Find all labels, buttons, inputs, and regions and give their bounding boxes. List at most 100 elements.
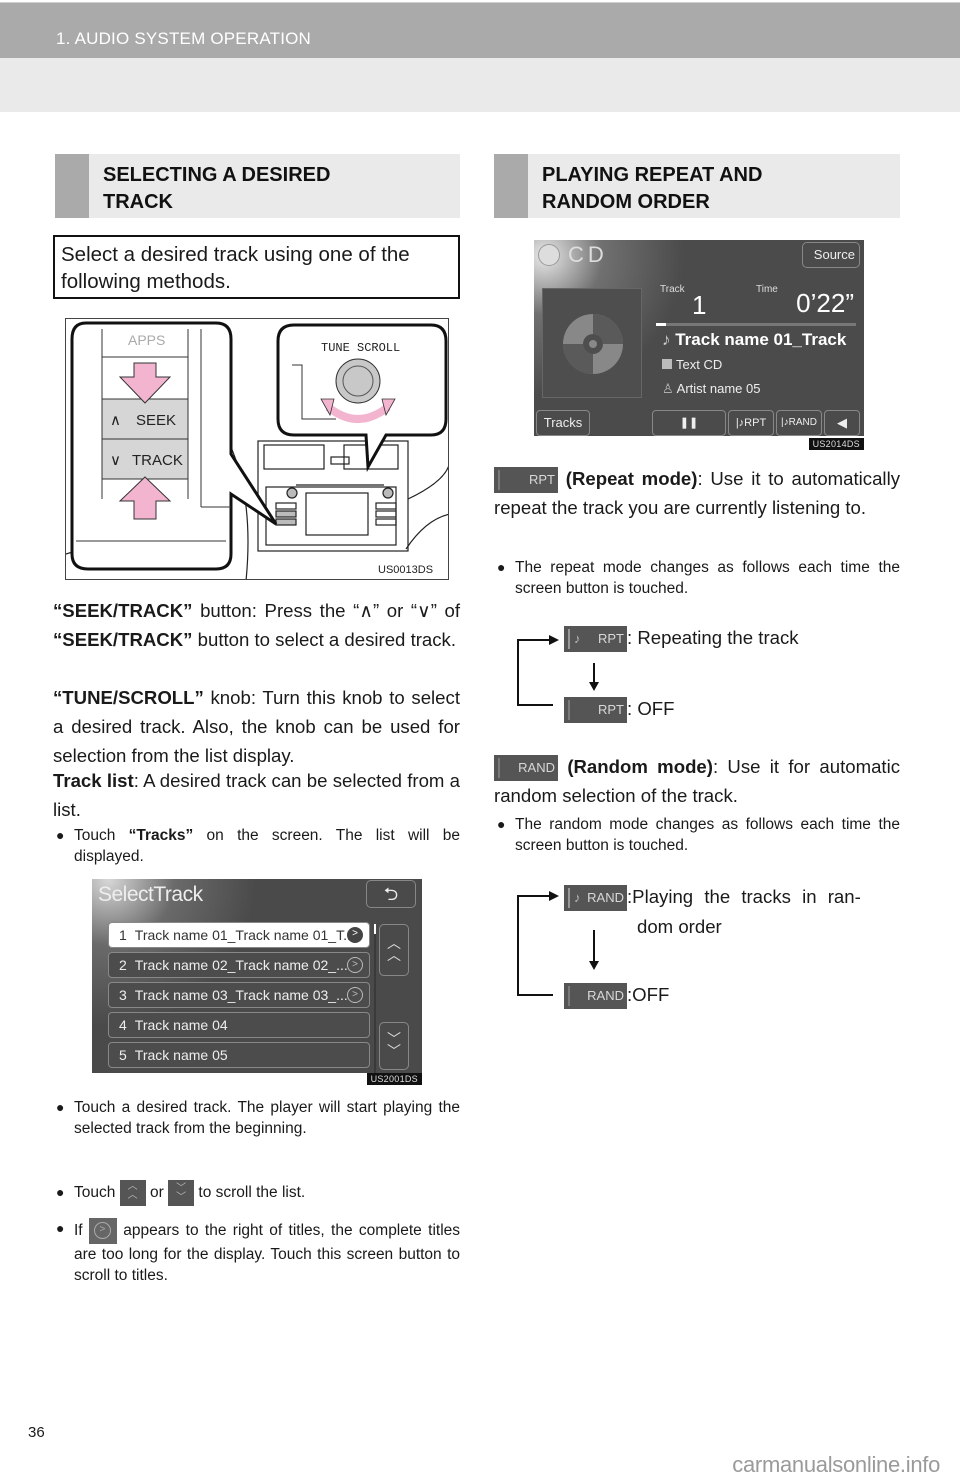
track-list-item[interactable]: 4 Track name 04 — [108, 1012, 370, 1038]
track-name: Track name 02_Track name 02_... — [134, 957, 348, 973]
bullet-scroll-list: Touch ︿︿ or ﹀﹀ to scroll the list. — [56, 1180, 460, 1206]
heading-line: SELECTING A DESIRED — [103, 164, 331, 186]
random-state-off: RAND:OFF — [564, 983, 669, 1009]
intro-box: Select a desired track using one of the … — [53, 235, 460, 299]
tune-scroll-label: TUNE SCROLL — [321, 341, 400, 355]
track-number: 3 — [119, 987, 127, 1003]
random-mode-description: RAND (Random mode): Use it for automatic… — [494, 755, 901, 807]
track-name: Track name 04 — [134, 1017, 228, 1033]
rand-off-chip-icon: RAND — [564, 983, 627, 1009]
track-number: 2 — [119, 957, 127, 973]
heading-stripe — [494, 154, 528, 218]
svg-text:∧: ∧ — [110, 412, 121, 429]
time-label: Time — [756, 284, 778, 295]
pause-button[interactable]: ❚❚ — [652, 410, 726, 436]
double-chevron-up-icon: ︿ ︿ — [387, 935, 401, 963]
more-arrow-icon: > — [88, 1218, 117, 1244]
dashboard-illustration: APPS ∧ SEEK ∨ TRACK TUNE SCROLL US0013DS — [65, 318, 449, 580]
disc-icon — [538, 244, 560, 266]
track-number: 1 — [119, 927, 127, 943]
cd-player-screenshot: CD Source Track 1 Time 0’22” ♪ Track nam… — [534, 240, 864, 450]
volume-button[interactable]: ◀ — [824, 410, 860, 436]
bullet-repeat-changes: The repeat mode changes as follows each … — [497, 557, 900, 599]
section-heading-select-track: SELECTING A DESIRED TRACK — [55, 154, 460, 218]
repeat-state-on: ♪ RPT: Repeating the track — [564, 626, 799, 652]
scroll-title-button[interactable]: > — [347, 987, 363, 1003]
watermark: carmanualsonline.info — [732, 1452, 940, 1477]
heading-line: PLAYING REPEAT AND — [542, 164, 763, 186]
track-number: 1 — [692, 290, 707, 320]
dashboard-drawing: APPS ∧ SEEK ∨ TRACK TUNE SCROLL US0013DS — [66, 321, 448, 579]
select-track-title: SelectTrack — [98, 883, 203, 906]
heading-stripe — [55, 154, 89, 218]
random-state-on: ♪ RAND:Playing the tracks in ran- dom ord… — [564, 882, 900, 942]
track-list-item[interactable]: 2 Track name 02_Track name 02_... > — [108, 952, 370, 978]
track-list-item[interactable]: 1 Track name 01_Track name 01_T... > — [108, 922, 370, 948]
scrollbar-thumb[interactable] — [374, 924, 376, 934]
track-label: Track — [660, 284, 685, 295]
track-label: TRACK — [132, 452, 183, 469]
random-button[interactable]: |♪RAND — [776, 410, 822, 436]
figure-code: US2001DS — [366, 1073, 422, 1085]
track-name: Track name 05 — [134, 1047, 228, 1063]
track-name: Track name 01_Track name 01_T... — [134, 927, 355, 943]
progress-bar — [656, 323, 856, 326]
bullet-random-changes: The random mode changes as follows each … — [497, 814, 900, 856]
scrollbar[interactable] — [374, 924, 376, 1074]
album-icon — [662, 359, 672, 369]
chapter-header-bar: 1. AUDIO SYSTEM OPERATION — [0, 2, 960, 58]
seek-track-description: “SEEK/TRACK” button: Press the “∧” or “∨… — [53, 600, 460, 650]
svg-text:∨: ∨ — [110, 452, 121, 469]
seek-label: SEEK — [136, 412, 176, 429]
artist-icon: ♙ — [662, 381, 674, 396]
track-name: ♪ Track name 01_Track — [662, 330, 847, 349]
repeat-mode-description: RPT (Repeat mode): Use it to automatical… — [494, 467, 900, 519]
header-subbar — [0, 58, 960, 112]
pause-icon: ❚❚ — [679, 417, 699, 429]
speaker-icon: ◀ — [837, 415, 847, 430]
artist-name: ♙ Artist name 05 — [662, 381, 761, 396]
page-up-button[interactable]: ︿ ︿ — [379, 924, 409, 976]
bullet-touch-desired-track: Touch a desired track. The player will s… — [56, 1097, 460, 1139]
page-down-button[interactable]: ﹀ ﹀ — [379, 1022, 409, 1070]
back-button[interactable]: ⮌ — [366, 880, 416, 908]
track-list-description: Track list: A desired track can be selec… — [53, 770, 461, 820]
track-number: 4 — [119, 1017, 127, 1033]
repeat-state-off: RPT: OFF — [564, 697, 675, 723]
heading-line: TRACK — [103, 191, 173, 213]
album-art — [542, 288, 642, 398]
track-list-item[interactable]: 3 Track name 03_Track name 03_... > — [108, 982, 370, 1008]
bullet-touch-tracks: Touch “Tracks” on the screen. The list w… — [56, 825, 460, 867]
rand-chip-icon: RAND — [494, 755, 558, 782]
heading-line: RANDOM ORDER — [542, 191, 710, 213]
tracks-button[interactable]: Tracks — [536, 410, 590, 436]
tune-scroll-description: “TUNE/SCROLL” knob: Turn this knob to se… — [53, 687, 460, 766]
music-note-icon: ♪ — [662, 330, 676, 349]
album-name: Text CD — [662, 357, 722, 372]
page-down-icon: ﹀ ﹀ — [168, 1180, 195, 1206]
rpt-off-chip-icon: RPT — [564, 697, 627, 723]
chapter-title: 1. AUDIO SYSTEM OPERATION — [56, 29, 312, 48]
page-number: 36 — [28, 1424, 45, 1441]
mode-label: CD — [568, 242, 608, 267]
double-chevron-down-icon: ﹀ ﹀ — [387, 1031, 401, 1059]
elapsed-time: 0’22” — [796, 288, 854, 318]
apps-label: APPS — [128, 332, 165, 348]
bullet-more-titles: If > appears to the right of titles, the… — [56, 1218, 460, 1286]
figure-code: US0013DS — [378, 564, 433, 576]
track-number: 5 — [119, 1047, 127, 1063]
rpt-on-chip-icon: ♪ RPT — [564, 626, 627, 652]
source-button[interactable]: Source — [802, 242, 860, 268]
select-track-screenshot: SelectTrack ⮌ 1 Track name 01_Track name … — [92, 879, 422, 1085]
back-arrow-icon: ⮌ — [383, 884, 399, 904]
figure-code: US2014DS — [808, 438, 864, 450]
track-name: Track name 03_Track name 03_... — [134, 987, 348, 1003]
page-up-icon: ︿ ︿ — [119, 1180, 146, 1206]
rpt-chip-icon: RPT — [494, 467, 558, 494]
progress-fill — [656, 323, 666, 326]
scroll-title-button[interactable]: > — [347, 927, 363, 943]
track-list-item[interactable]: 5 Track name 05 — [108, 1042, 370, 1068]
cd-art-icon — [563, 314, 623, 374]
scroll-title-button[interactable]: > — [347, 957, 363, 973]
repeat-button[interactable]: |♪RPT — [728, 410, 774, 436]
